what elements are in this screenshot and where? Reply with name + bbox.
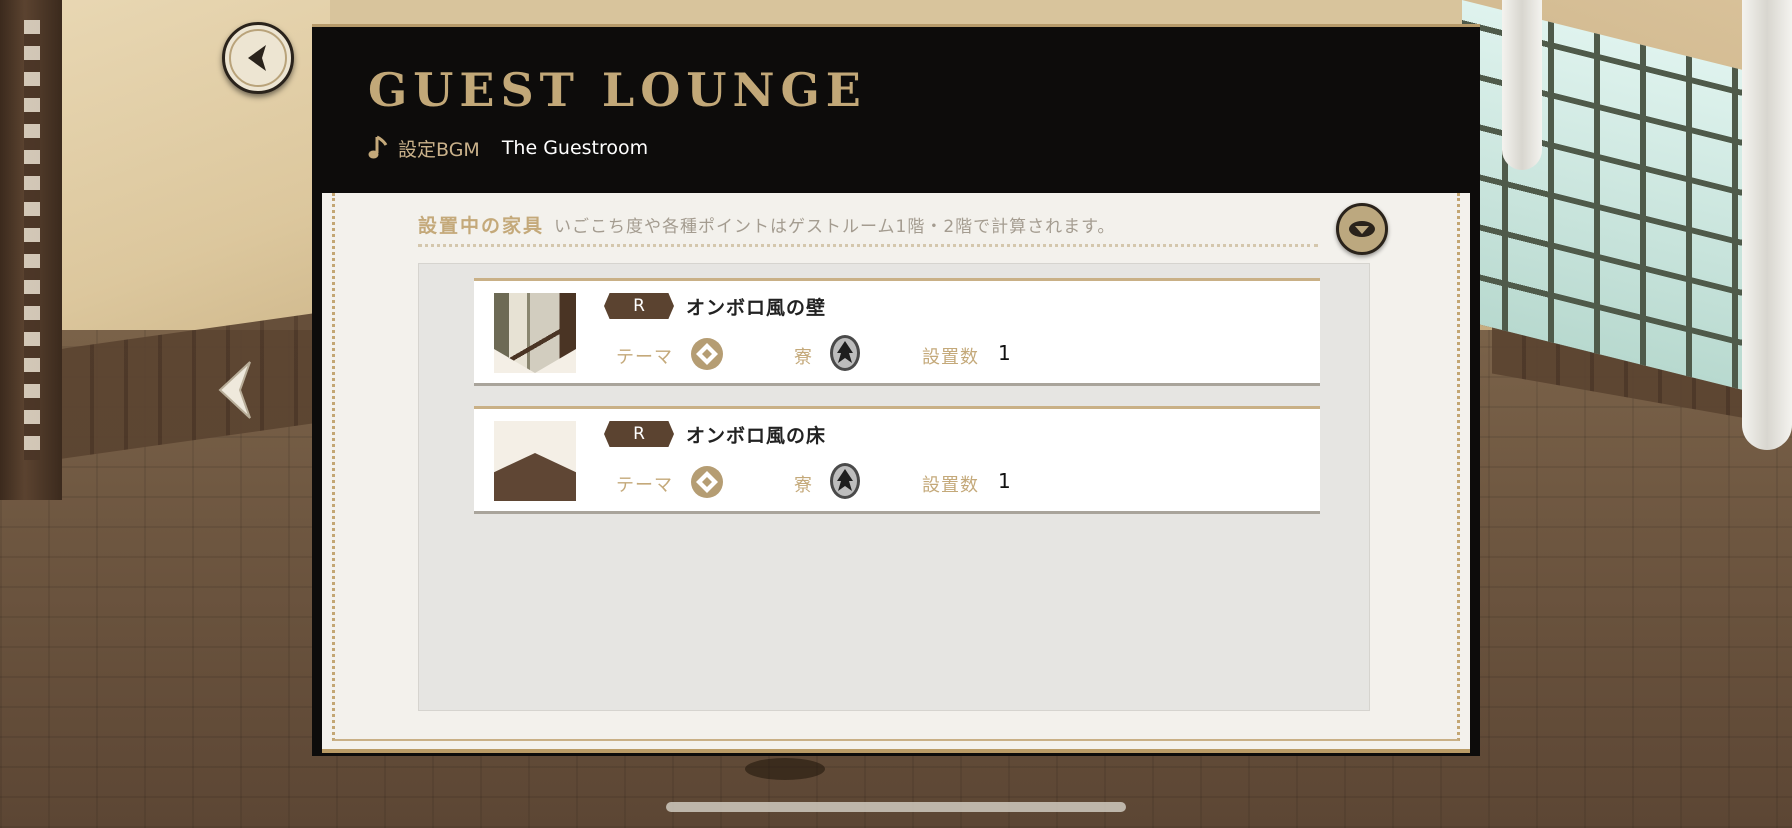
count-value: 1	[998, 469, 1011, 493]
rarity-badge: R	[604, 421, 674, 447]
theme-label: テーマ	[616, 347, 673, 368]
chevron-down-icon	[1349, 221, 1375, 237]
theme-label: テーマ	[616, 475, 673, 496]
previous-room-button[interactable]	[218, 360, 252, 420]
count-label: 設置数	[922, 347, 979, 368]
item-name: オンボロ風の壁	[686, 297, 827, 319]
dorm-label: 寮	[794, 475, 813, 496]
character-shadow	[745, 758, 825, 780]
diamond-icon	[691, 466, 723, 498]
floor-thumbnail	[494, 421, 576, 501]
back-arrow-icon	[248, 45, 266, 71]
bgm-row: 設定BGM The Guestroom	[368, 133, 648, 163]
bgm-label: 設定BGM	[398, 138, 480, 161]
back-button[interactable]	[222, 22, 294, 94]
list-item[interactable]: R オンボロ風の壁 テーマ 寮 設置数 1	[474, 278, 1320, 386]
dorm-label: 寮	[794, 347, 813, 368]
bgm-value[interactable]: The Guestroom	[502, 137, 648, 159]
item-name: オンボロ風の床	[686, 425, 827, 447]
background-curtain	[1502, 0, 1542, 170]
home-indicator[interactable]	[666, 802, 1126, 812]
count-label: 設置数	[922, 475, 979, 496]
background-curtain	[1742, 0, 1792, 450]
furniture-content: 設置中の家具 いごこち度や各種ポイントはゲストルーム1階・2階で計算されます。 …	[322, 193, 1470, 753]
collapse-button[interactable]	[1336, 203, 1388, 255]
background-pillar	[0, 0, 62, 500]
list-item[interactable]: R オンボロ風の床 テーマ 寮 設置数 1	[474, 406, 1320, 514]
section-header: 設置中の家具 いごこち度や各種ポイントはゲストルーム1階・2階で計算されます。	[418, 211, 1318, 247]
item-thumbnail	[494, 293, 576, 373]
count-value: 1	[998, 341, 1011, 365]
music-note-icon	[368, 135, 388, 159]
dorm-crest-icon	[830, 335, 860, 371]
furniture-list[interactable]: R オンボロ風の壁 テーマ 寮 設置数 1 R オンボロ風の床 テーマ 寮 設置…	[418, 263, 1370, 711]
rarity-badge: R	[604, 293, 674, 319]
wall-thumbnail	[494, 293, 576, 373]
section-note: いごこち度や各種ポイントはゲストルーム1階・2階で計算されます。	[554, 217, 1116, 237]
guest-lounge-panel: GUEST LOUNGE 設定BGM The Guestroom 設置中の家具 …	[312, 24, 1480, 756]
page-title: GUEST LOUNGE	[368, 63, 867, 117]
pillar-ornament	[24, 20, 40, 460]
left-arrow-icon	[218, 361, 251, 419]
section-title: 設置中の家具	[418, 215, 545, 237]
diamond-icon	[691, 338, 723, 370]
item-thumbnail	[494, 421, 576, 501]
dorm-crest-icon	[830, 463, 860, 499]
